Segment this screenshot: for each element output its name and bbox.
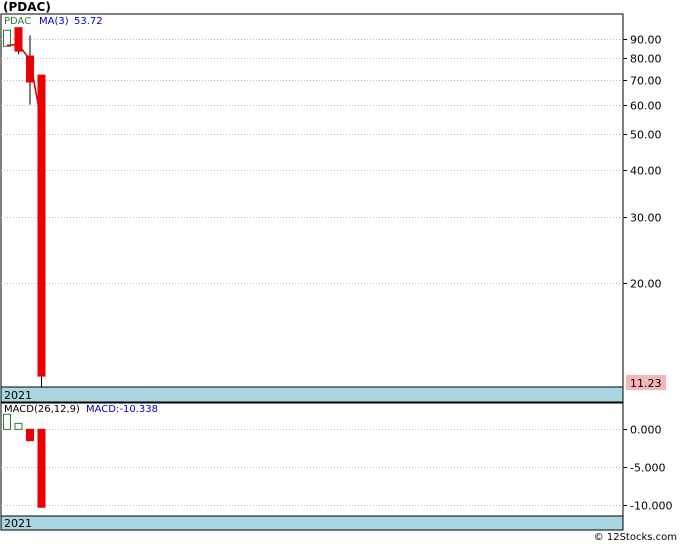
macd-axis-ticks: 0.000 -5.000 -10.000 xyxy=(623,424,672,513)
macd-plot-frame xyxy=(0,402,624,517)
macd-tick-label: -5.000 xyxy=(630,462,665,475)
macd-chart: 0.000 -5.000 -10.000 2021 MACD(26,12,9) MA… xyxy=(0,402,672,531)
macd-year-band xyxy=(0,515,624,531)
macd-tick-label: 0.000 xyxy=(630,424,662,437)
macd-label: MACD(26,12,9) xyxy=(4,404,80,415)
macd-bar xyxy=(37,428,46,508)
macd-year-label: 2021 xyxy=(4,517,32,530)
macd-bar xyxy=(3,413,11,430)
macd-bar xyxy=(14,422,23,430)
macd-bar xyxy=(26,428,34,442)
footer-copyright: © 12Stocks.com xyxy=(593,532,677,543)
macd-tick-label: -10.000 xyxy=(630,500,672,513)
macd-value: MACD:-10.338 xyxy=(86,404,158,415)
